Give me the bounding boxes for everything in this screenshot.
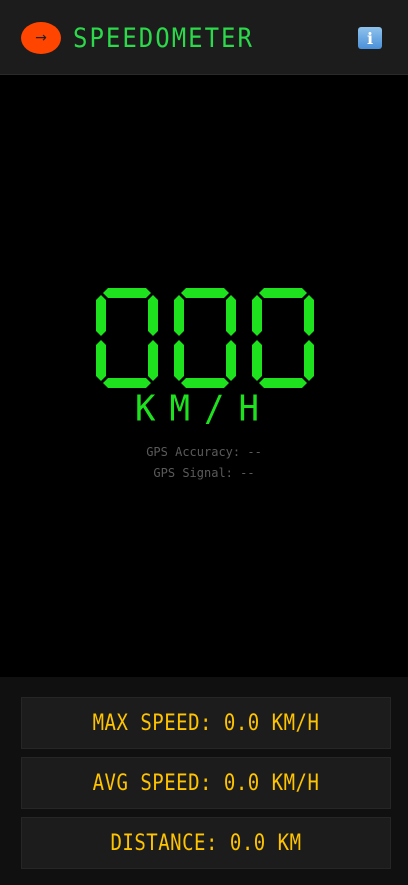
max-speed-card: MAX SPEED: 0.0 KM/H xyxy=(21,697,391,749)
gps-accuracy: GPS Accuracy: -- xyxy=(146,445,262,459)
digit-segment-e xyxy=(96,340,106,381)
digit-segment-c xyxy=(226,340,236,381)
arrow-right-icon[interactable]: → xyxy=(21,22,61,54)
info-button-glyph: i xyxy=(366,28,374,48)
digit-segment-a xyxy=(181,288,229,298)
digit-segment-f xyxy=(252,295,262,336)
stats-panel: MAX SPEED: 0.0 KM/H AVG SPEED: 0.0 KM/H … xyxy=(0,677,408,885)
speed-digit xyxy=(252,288,314,388)
avg-speed-card: AVG SPEED: 0.0 KM/H xyxy=(21,757,391,809)
digit-segment-d xyxy=(181,378,229,388)
digit-segment-f xyxy=(96,295,106,336)
digit-segment-b xyxy=(304,295,314,336)
digit-segment-d xyxy=(259,378,307,388)
speed-digits xyxy=(96,288,314,388)
digit-segment-e xyxy=(252,340,262,381)
app-header: → SPEEDOMETER i xyxy=(0,0,408,75)
distance-value: DISTANCE: 0.0 KM xyxy=(110,830,302,856)
speed-unit: KM/H xyxy=(135,388,273,430)
digit-segment-b xyxy=(148,295,158,336)
speed-readout xyxy=(96,288,316,388)
speed-display: KM/H GPS Accuracy: -- GPS Signal: -- xyxy=(0,76,408,676)
digit-segment-a xyxy=(259,288,307,298)
speed-digit xyxy=(96,288,158,388)
distance-card: DISTANCE: 0.0 KM xyxy=(21,817,391,869)
digit-segment-c xyxy=(148,340,158,381)
digit-segment-a xyxy=(103,288,151,298)
back-button-glyph: → xyxy=(35,30,47,46)
max-speed-value: MAX SPEED: 0.0 KM/H xyxy=(92,710,320,736)
digit-segment-d xyxy=(103,378,151,388)
info-icon[interactable]: i xyxy=(358,27,382,49)
speed-digit xyxy=(174,288,236,388)
gps-signal: GPS Signal: -- xyxy=(153,466,255,480)
app-title: SPEEDOMETER xyxy=(73,22,254,54)
digit-segment-e xyxy=(174,340,184,381)
digit-segment-f xyxy=(174,295,184,336)
avg-speed-value: AVG SPEED: 0.0 KM/H xyxy=(92,770,320,796)
digit-segment-b xyxy=(226,295,236,336)
digit-segment-c xyxy=(304,340,314,381)
